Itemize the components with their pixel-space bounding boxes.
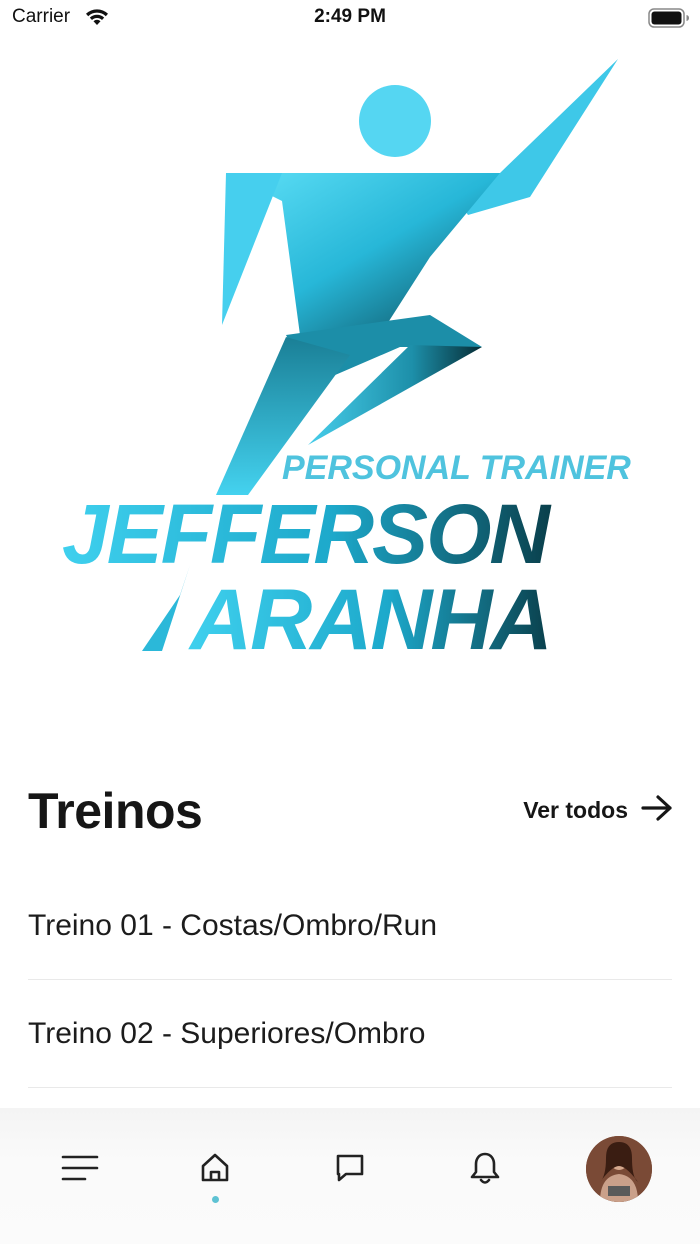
status-bar: Carrier 2:49 PM: [0, 0, 700, 36]
list-item[interactable]: Treino 01 - Costas/Ombro/Run: [28, 872, 672, 980]
workout-list: Treino 01 - Costas/Ombro/Run Treino 02 -…: [28, 872, 672, 1088]
see-all-button[interactable]: Ver todos: [523, 794, 674, 827]
bell-icon: [469, 1151, 501, 1190]
nav-home[interactable]: [185, 1140, 245, 1200]
active-indicator: [212, 1196, 219, 1203]
workout-label: Treino 02 - Superiores/Ombro: [28, 1016, 426, 1050]
avatar[interactable]: [586, 1136, 652, 1202]
logo-tagline: PERSONAL TRAINER: [282, 449, 631, 487]
home-icon: [199, 1152, 231, 1189]
menu-icon: [61, 1154, 99, 1187]
see-all-label: Ver todos: [523, 797, 628, 823]
section-title: Treinos: [28, 783, 203, 839]
logo-name-first: JEFFERSON: [62, 487, 552, 581]
logo-name-last: ARANHA: [188, 572, 551, 665]
nav-menu[interactable]: [50, 1140, 110, 1200]
nav-chat[interactable]: [320, 1140, 380, 1200]
brand-logo: PERSONAL TRAINER JEFFERSON ARANHA: [50, 55, 670, 668]
nav-notifications[interactable]: [455, 1140, 515, 1200]
arrow-right-icon: [640, 794, 674, 827]
battery-icon: [648, 8, 690, 33]
clock: 2:49 PM: [314, 6, 386, 27]
list-item[interactable]: Treino 02 - Superiores/Ombro: [28, 980, 672, 1088]
workout-label: Treino 01 - Costas/Ombro/Run: [28, 908, 438, 942]
chat-icon: [334, 1152, 366, 1189]
